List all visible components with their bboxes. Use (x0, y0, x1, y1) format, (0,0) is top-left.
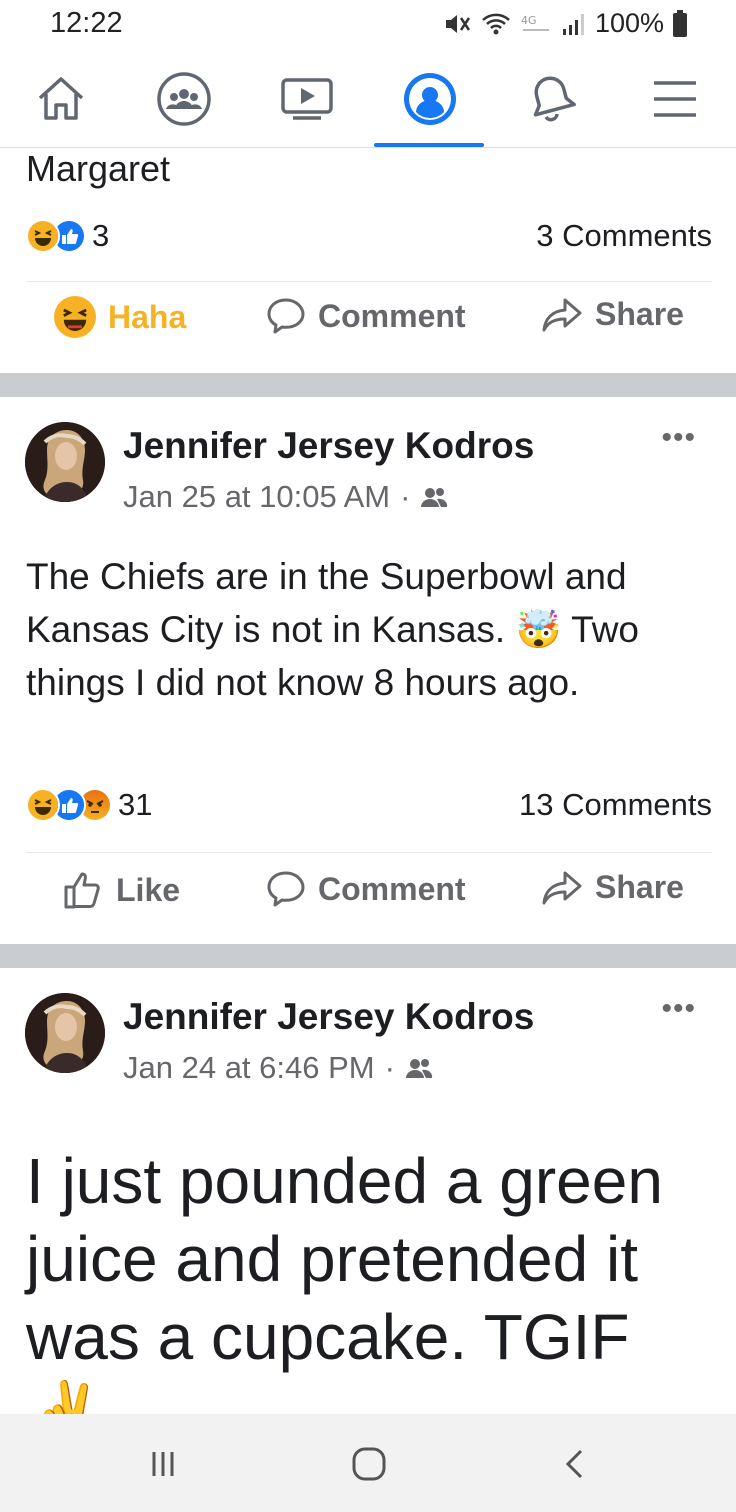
comment-label: Comment (318, 870, 466, 907)
back-icon (565, 1449, 583, 1479)
divider (26, 281, 712, 282)
post-separator (0, 944, 736, 968)
action-row: Like Comment Share (0, 869, 736, 929)
menu-icon (654, 81, 696, 117)
home-button[interactable] (344, 1444, 394, 1484)
comment-button[interactable]: Comment (266, 869, 466, 909)
nav-groups[interactable] (153, 68, 215, 130)
svg-text:4G: 4G (521, 14, 537, 27)
notifications-icon (533, 76, 576, 122)
recent-apps-icon (152, 1452, 174, 1476)
comment-button[interactable]: Comment (266, 296, 466, 336)
groups-icon (157, 72, 211, 126)
share-label: Share (595, 869, 684, 905)
post-author[interactable]: Jennifer Jersey Kodros (123, 425, 534, 467)
nav-home[interactable] (30, 68, 92, 130)
signal-icon (562, 13, 584, 35)
home-icon (38, 77, 84, 120)
haha-icon (54, 296, 96, 338)
status-icons: 4G 100% (443, 8, 688, 39)
post-card: Jennifer Jersey Kodros ••• Jan 25 at 10:… (0, 397, 736, 944)
nav-notifications[interactable] (521, 68, 583, 130)
android-nav-bar (0, 1414, 736, 1512)
top-nav-bar (0, 50, 736, 148)
previous-post-fragment: Margaret 3 3 Comments Haha Comment Share (0, 148, 736, 373)
share-icon (542, 871, 582, 904)
share-button[interactable]: Share (541, 869, 684, 906)
friends-icon (405, 1059, 433, 1078)
battery-percent: 100% (594, 8, 664, 38)
like-icon (64, 872, 100, 909)
status-bar: 12:22 4G 100% (0, 0, 736, 50)
back-button[interactable] (550, 1444, 600, 1484)
post-timestamp[interactable]: Jan 24 at 6:46 PM (123, 1050, 375, 1086)
lte-icon: 4G (521, 14, 549, 31)
haha-reaction-icon (26, 788, 60, 822)
share-label: Share (595, 296, 684, 332)
avatar[interactable] (25, 993, 105, 1073)
comment-icon (267, 871, 305, 907)
haha-reaction-icon (26, 219, 60, 253)
share-button[interactable]: Share (541, 296, 684, 333)
post-more-options[interactable]: ••• (661, 992, 696, 1026)
like-button[interactable]: Like (62, 869, 180, 911)
post-timestamp[interactable]: Jan 25 at 10:05 AM (123, 479, 390, 515)
wifi-icon (482, 13, 510, 34)
profile-icon (404, 73, 456, 125)
battery-icon (673, 9, 687, 37)
recent-apps-button[interactable] (138, 1444, 188, 1484)
action-row: Haha Comment Share (0, 296, 736, 356)
watch-icon (281, 78, 333, 120)
post-meta: Jan 24 at 6:46 PM · (123, 1050, 433, 1086)
haha-label: Haha (108, 298, 187, 335)
share-icon (542, 298, 582, 331)
post-author[interactable]: Jennifer Jersey Kodros (123, 996, 534, 1038)
status-time: 12:22 (50, 7, 123, 39)
post-body: I just pounded a green juice and pretend… (26, 1145, 663, 1414)
reaction-count: 31 (118, 787, 153, 822)
post-body: The Chiefs are in the Superbowl and Kans… (26, 556, 639, 703)
comment-label: Comment (318, 297, 466, 334)
reaction-count: 3 (92, 218, 110, 253)
haha-button[interactable]: Haha (54, 296, 186, 338)
reaction-summary[interactable]: 31 13 Comments (26, 787, 712, 827)
comments-count[interactable]: 13 Comments (519, 787, 712, 823)
reaction-summary[interactable]: 3 3 Comments (26, 218, 712, 258)
nav-active-indicator (374, 143, 484, 147)
nav-watch[interactable] (276, 68, 338, 130)
avatar[interactable] (25, 422, 105, 502)
comments-count[interactable]: 3 Comments (536, 218, 712, 254)
post-text-tail: Margaret (26, 148, 171, 189)
comment-icon (267, 298, 305, 334)
nav-menu[interactable] (644, 68, 706, 130)
post-separator (0, 373, 736, 397)
like-label: Like (116, 871, 181, 908)
post-card: Jennifer Jersey Kodros ••• Jan 24 at 6:4… (0, 968, 736, 1414)
divider (26, 852, 712, 853)
mute-icon (445, 14, 470, 33)
post-more-options[interactable]: ••• (661, 421, 696, 455)
friends-icon (421, 488, 448, 507)
nav-profile[interactable] (399, 68, 461, 130)
post-meta: Jan 25 at 10:05 AM · (123, 479, 448, 515)
home-circle-icon (352, 1447, 386, 1481)
